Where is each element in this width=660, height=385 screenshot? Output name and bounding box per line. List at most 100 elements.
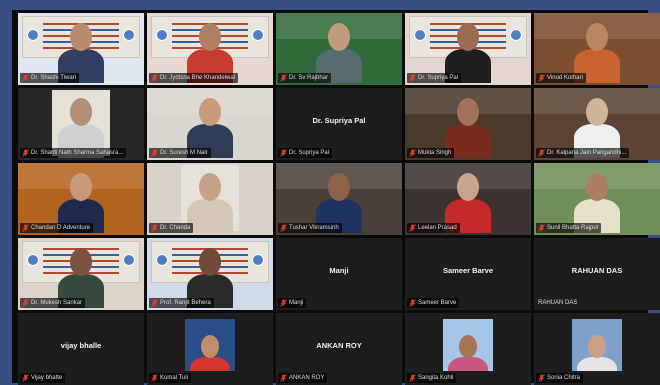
participant-tile[interactable]: Manji Manji [276,238,402,310]
participant-tile[interactable]: Sunil Bhatta Rajput [534,163,660,235]
participant-tile[interactable]: Tushar Vikramsinh [276,163,402,235]
participant-tile[interactable]: Dr. Mukesh Sankar [18,238,144,310]
participant-display-name: RAHUAN DAS [571,266,623,275]
participant-name-label: Dr. Kalpana Jain Parigandhi... [536,148,630,158]
participant-tile[interactable]: Vinod Kothari [534,13,660,85]
participant-name: Dr. Jyotsna Bhe Khandelwal [160,75,236,81]
participant-name-label: Dr. Supriya Pal [278,148,333,158]
participant-tile[interactable]: Dr. Supriya Pal Dr. Supriya Pal [276,88,402,160]
mic-muted-icon [280,374,287,382]
participant-name-label: Manji [278,298,307,308]
mic-muted-icon [409,74,416,82]
banner-logo-icon [252,29,264,41]
participant-figure [190,334,230,371]
participant-tile[interactable]: Dr. Supriya Pal [405,13,531,85]
mic-muted-icon [409,224,416,232]
participant-name-label: Prof. Ranjit Behera [149,298,214,308]
participant-name-label: Dr. Supriya Pal [407,73,462,83]
participant-figure [187,173,233,233]
participant-name-label: Vijay bhatte [20,373,66,383]
mic-muted-icon [538,74,545,82]
mic-muted-icon [538,149,545,157]
participant-tile[interactable]: Leelan Prasad [405,163,531,235]
banner-logo-icon [156,254,168,266]
participant-name: Sangita Kohli [418,375,454,381]
participant-name-label: Chandan D Adventure [20,223,94,233]
mic-muted-icon [151,299,158,307]
participant-name: ANKAN ROY [289,375,325,381]
participant-tile[interactable]: Dr. Shashi Tiwari [18,13,144,85]
participant-name-label: Dr. Mukesh Sankar [20,298,86,308]
participant-name-label: Dr. Shanti Nath Sharma Sahasra... [20,148,127,158]
mic-muted-icon [409,149,416,157]
mic-muted-icon [151,374,158,382]
video-gallery: Dr. Shashi Tiwari Dr. Jyotsna Bhe Khandel… [18,13,660,385]
participant-name: Dr. Supriya Pal [418,75,459,81]
participant-display-name: Manji [329,266,349,275]
profile-picture [185,319,235,371]
mic-muted-icon [409,299,416,307]
mic-muted-icon [280,74,287,82]
participant-name: Dr. Supriya Pal [289,150,330,156]
participant-name-label: Sunil Bhatta Rajput [536,223,602,233]
participant-tile[interactable]: Chandan D Adventure [18,163,144,235]
participant-name-label: Dr. Shashi Tiwari [20,73,80,83]
participant-name-label: RAHUAN DAS [536,298,580,308]
participant-name: Leelan Prasad [418,225,457,231]
participant-name-label: Komal Tuli [149,373,192,383]
mic-muted-icon [280,299,287,307]
participant-tile[interactable]: Dr. Chanda [147,163,273,235]
participant-tile[interactable]: Komal Tuli [147,313,273,385]
participant-tile[interactable]: Dr. Jyotsna Bhe Khandelwal [147,13,273,85]
mic-muted-icon [538,374,545,382]
participant-name-label: Sameer Barve [407,298,460,308]
participant-tile[interactable]: RAHUAN DAS RAHUAN DAS [534,238,660,310]
participant-display-name: vijay bhalle [60,341,102,350]
participant-display-name: Dr. Supriya Pal [312,116,366,125]
mic-muted-icon [22,74,29,82]
participant-name: Dr. Shashi Tiwari [31,75,77,81]
banner-logo-icon [123,254,135,266]
participant-name-label: Dr. Jyotsna Bhe Khandelwal [149,73,239,83]
participant-name: Sonia Chitra [547,375,581,381]
participant-tile[interactable]: Dr. Suresh M Nair [147,88,273,160]
mic-muted-icon [22,149,29,157]
participant-tile[interactable]: Mukta Singh [405,88,531,160]
participant-tile[interactable]: Sonia Chitra [534,313,660,385]
mic-muted-icon [151,74,158,82]
mic-muted-icon [22,374,29,382]
mic-muted-icon [22,299,29,307]
participant-name: Sunil Bhatta Rajput [547,225,599,231]
participant-name: Dr. Suresh M Nair [160,150,208,156]
participant-name: Manji [289,300,304,306]
participant-name-label: Vinod Kothari [536,73,586,83]
participant-tile[interactable]: Dr. Sv Rajbhar [276,13,402,85]
mic-muted-icon [151,149,158,157]
participant-figure [448,334,488,371]
participant-name-label: Dr. Sv Rajbhar [278,73,332,83]
participant-name: Tushar Vikramsinh [289,225,339,231]
participant-name: Vinod Kothari [547,75,583,81]
mic-muted-icon [409,374,416,382]
participant-name: Dr. Chanda [160,225,191,231]
participant-name: Sameer Barve [418,300,457,306]
participant-name-label: Sonia Chitra [536,373,584,383]
participant-name: Komal Tuli [160,375,189,381]
participant-tile[interactable]: Dr. Kalpana Jain Parigandhi... [534,88,660,160]
participant-tile[interactable]: Dr. Shanti Nath Sharma Sahasra... [18,88,144,160]
banner-logo-icon [252,254,264,266]
participant-tile[interactable]: vijay bhalle Vijay bhatte [18,313,144,385]
participant-name: Dr. Kalpana Jain Parigandhi... [547,150,627,156]
mic-muted-icon [280,224,287,232]
banner-logo-icon [27,254,39,266]
participant-name: Prof. Ranjit Behera [160,300,211,306]
banner-logo-icon [156,29,168,41]
participant-tile[interactable]: Sangita Kohli [405,313,531,385]
participant-tile[interactable]: Sameer Barve Sameer Barve [405,238,531,310]
mic-muted-icon [280,149,287,157]
mic-muted-icon [151,224,158,232]
participant-tile[interactable]: Prof. Ranjit Behera [147,238,273,310]
participant-name-label: Leelan Prasad [407,223,460,233]
participant-tile[interactable]: ANKAN ROY ANKAN ROY [276,313,402,385]
participant-name-label: Dr. Suresh M Nair [149,148,211,158]
